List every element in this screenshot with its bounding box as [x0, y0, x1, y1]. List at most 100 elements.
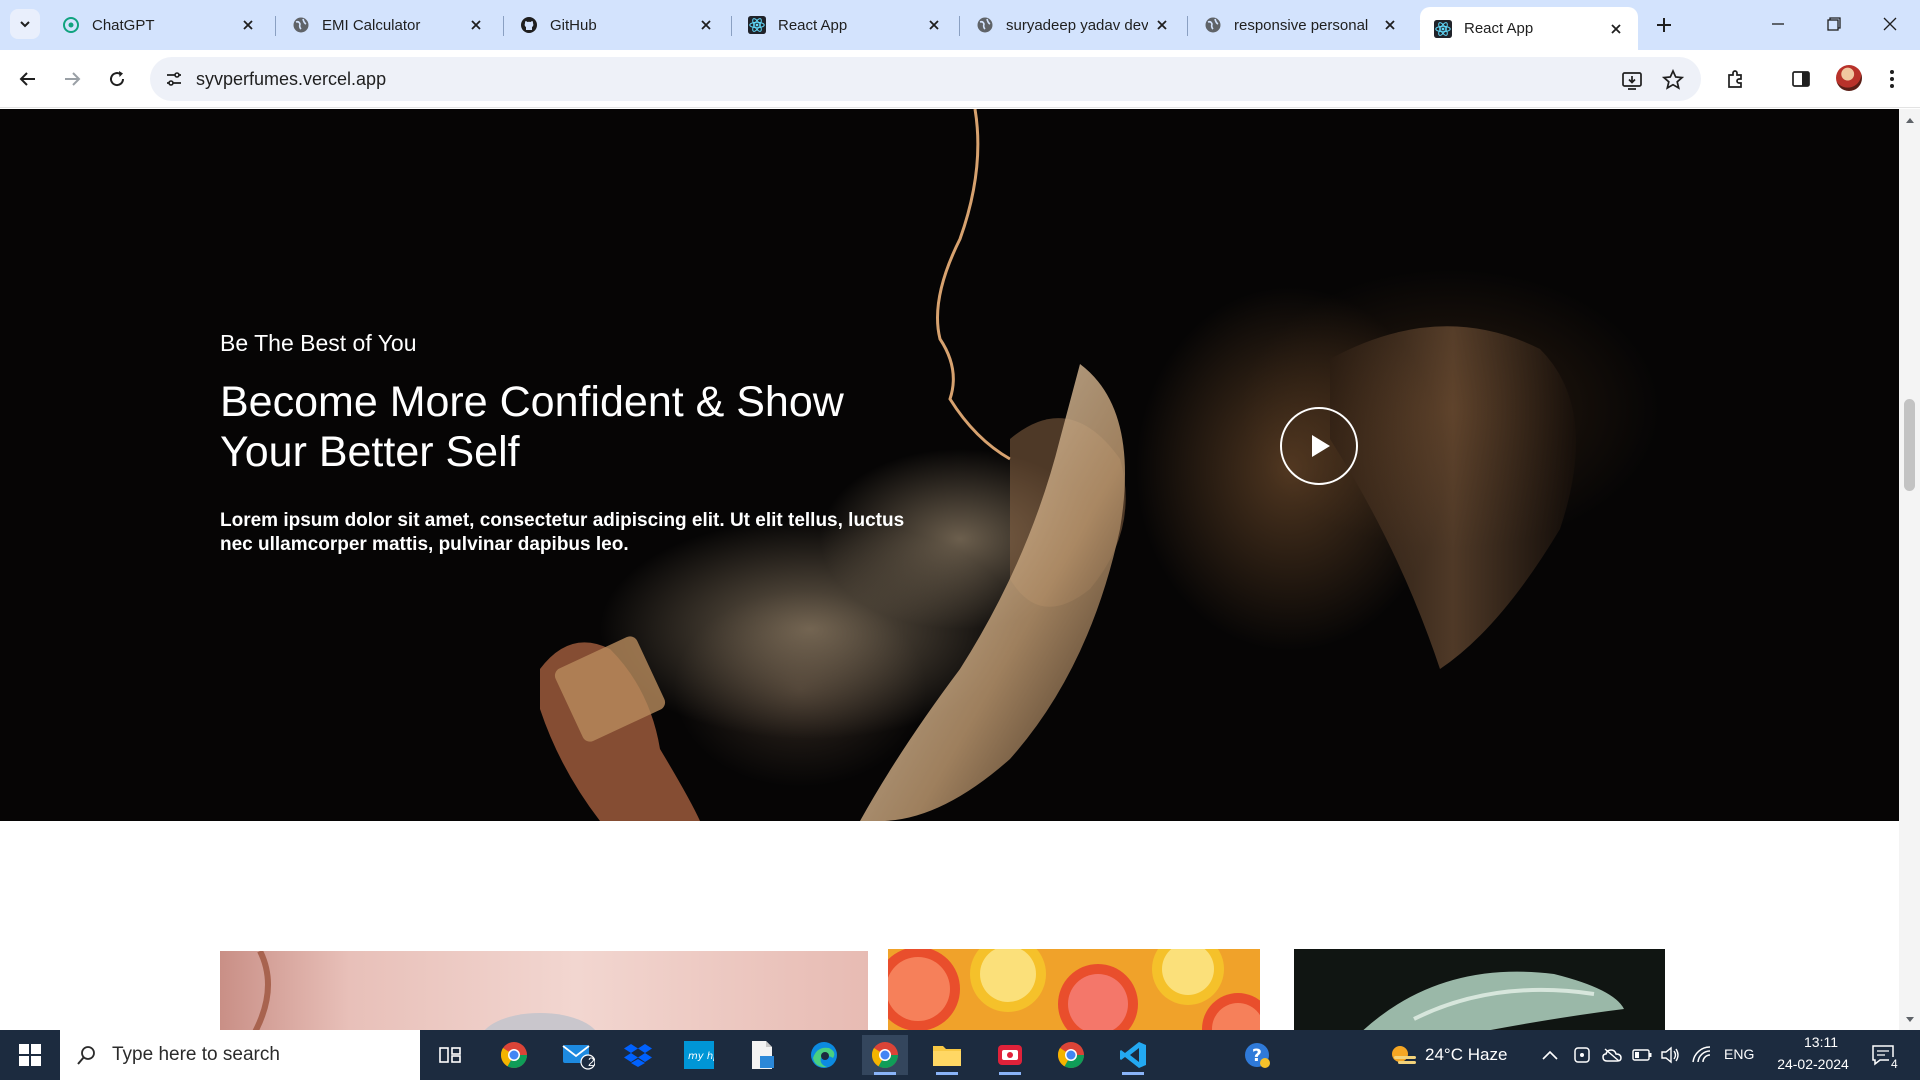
- arrow-left-icon: [19, 72, 35, 86]
- tab-title: GitHub: [550, 16, 597, 34]
- close-tab-icon[interactable]: [698, 17, 714, 33]
- github-icon: [520, 16, 538, 34]
- taskbar-chrome-active[interactable]: [862, 1035, 908, 1075]
- minimize-button[interactable]: [1750, 0, 1806, 48]
- hero-section: Be The Best of You Become More Confident…: [0, 109, 1899, 821]
- taskbar-mail[interactable]: 2: [555, 1035, 601, 1075]
- scroll-up-arrow-icon[interactable]: [1903, 113, 1916, 126]
- arrow-right-icon: [65, 72, 81, 86]
- running-app-indicator: [999, 1072, 1021, 1075]
- scroll-down-arrow-icon[interactable]: [1903, 1013, 1916, 1026]
- tab-search-button[interactable]: [10, 9, 40, 39]
- chrome-icon: [500, 1042, 528, 1069]
- tab-react-app[interactable]: React App: [734, 7, 956, 43]
- clock-time[interactable]: 13:11: [1790, 1034, 1852, 1050]
- react-icon: [748, 16, 766, 34]
- tab-separator: [1187, 16, 1188, 36]
- reload-button[interactable]: [101, 63, 133, 95]
- taskbar-chrome-profile-1[interactable]: [491, 1035, 537, 1075]
- tab-title: responsive personal: [1234, 16, 1369, 34]
- side-panel-icon[interactable]: [1785, 63, 1817, 95]
- taskbar-screen-recorder[interactable]: [987, 1035, 1033, 1075]
- play-icon: [1312, 435, 1330, 457]
- mail-badge-count: 2: [588, 1055, 595, 1069]
- tab-title: React App: [1464, 20, 1534, 37]
- chevron-up-icon[interactable]: [1540, 1045, 1560, 1065]
- running-app-indicator: [936, 1072, 958, 1075]
- battery-icon[interactable]: [1632, 1045, 1652, 1065]
- tab-title: suryadeep yadav dev: [1006, 16, 1148, 34]
- active-app-indicator: [874, 1072, 896, 1075]
- close-tab-icon[interactable]: [468, 17, 484, 33]
- clock-date[interactable]: 24-02-2024: [1768, 1056, 1858, 1072]
- taskbar-file-explorer[interactable]: [924, 1035, 970, 1075]
- react-icon: [1434, 19, 1452, 38]
- close-window-button[interactable]: [1862, 0, 1918, 48]
- tab-emi-calculator[interactable]: EMI Calculator: [278, 7, 498, 43]
- bookmark-star-icon[interactable]: [1660, 67, 1686, 93]
- close-tab-icon[interactable]: [926, 17, 942, 33]
- myhp-icon: my hp: [684, 1041, 714, 1069]
- close-tab-icon[interactable]: [1608, 21, 1624, 37]
- product-card-image[interactable]: [1294, 949, 1665, 1030]
- profile-avatar[interactable]: [1836, 65, 1862, 91]
- tab-react-app-active[interactable]: React App: [1420, 7, 1638, 50]
- tab-github[interactable]: GitHub: [506, 7, 728, 43]
- page-scrollbar[interactable]: [1899, 109, 1920, 1030]
- extensions-icon[interactable]: [1720, 63, 1752, 95]
- close-tab-icon[interactable]: [1382, 17, 1398, 33]
- taskbar-myhp[interactable]: my hp: [676, 1035, 722, 1075]
- install-app-icon[interactable]: [1619, 67, 1645, 93]
- start-button[interactable]: [0, 1030, 60, 1080]
- windows-logo-icon: [19, 1044, 41, 1066]
- globe-icon: [292, 16, 310, 34]
- notification-count-badge: 4: [1889, 1057, 1900, 1071]
- taskbar-vscode[interactable]: [1110, 1035, 1156, 1075]
- task-view-button[interactable]: [427, 1035, 473, 1075]
- url-text[interactable]: syvperfumes.vercel.app: [196, 69, 386, 90]
- tab-suryadeep-yadav-dev[interactable]: suryadeep yadav dev: [962, 7, 1184, 43]
- close-tab-icon[interactable]: [1154, 17, 1170, 33]
- plus-icon: [1657, 18, 1671, 32]
- wifi-icon[interactable]: [1692, 1045, 1712, 1065]
- address-bar[interactable]: syvperfumes.vercel.app: [150, 57, 1701, 101]
- tab-separator: [503, 16, 504, 36]
- globe-icon: [1204, 16, 1222, 34]
- close-tab-icon[interactable]: [240, 17, 256, 33]
- volume-icon[interactable]: [1660, 1045, 1680, 1065]
- hero-headline: Become More Confident & Show Your Better…: [220, 378, 844, 476]
- onedrive-cloud-icon[interactable]: [1602, 1045, 1622, 1065]
- taskbar-help[interactable]: ?: [1234, 1035, 1280, 1075]
- weather-text[interactable]: 24°C Haze: [1425, 1045, 1507, 1065]
- site-info-icon[interactable]: [162, 67, 186, 91]
- taskbar-document-app[interactable]: [739, 1035, 785, 1075]
- taskbar-chrome-profile-2[interactable]: [1048, 1035, 1094, 1075]
- menu-kebab-icon[interactable]: [1876, 63, 1908, 95]
- taskbar-edge[interactable]: [801, 1035, 847, 1075]
- tab-title: React App: [778, 16, 848, 34]
- meet-now-icon[interactable]: [1572, 1045, 1592, 1065]
- tab-responsive-personal[interactable]: responsive personal: [1190, 7, 1412, 43]
- new-tab-button[interactable]: [1650, 11, 1678, 39]
- taskbar-search-placeholder: Type here to search: [112, 1044, 280, 1065]
- weather-sun-icon[interactable]: [1388, 1041, 1418, 1069]
- hero-text-block: Be The Best of You Become More Confident…: [220, 330, 940, 557]
- taskbar-search-box[interactable]: Type here to search: [60, 1030, 420, 1080]
- product-card-image[interactable]: [220, 951, 868, 1030]
- dropbox-icon: [624, 1044, 652, 1067]
- forward-button[interactable]: [56, 63, 88, 95]
- minimize-icon: [1772, 23, 1784, 25]
- scroll-thumb[interactable]: [1904, 399, 1915, 491]
- input-language[interactable]: ENG: [1724, 1046, 1754, 1062]
- product-card-image[interactable]: [888, 949, 1260, 1030]
- chrome-icon: [871, 1042, 899, 1069]
- back-button[interactable]: [12, 63, 44, 95]
- help-icon: ?: [1245, 1043, 1270, 1068]
- tab-chatgpt[interactable]: ChatGPT: [48, 7, 270, 43]
- restore-button[interactable]: [1806, 0, 1862, 48]
- taskbar-dropbox[interactable]: [615, 1035, 661, 1075]
- hero-eyebrow: Be The Best of You: [220, 330, 417, 356]
- chrome-icon: [1057, 1042, 1085, 1069]
- play-video-button[interactable]: [1280, 407, 1358, 485]
- task-view-icon: [439, 1047, 461, 1063]
